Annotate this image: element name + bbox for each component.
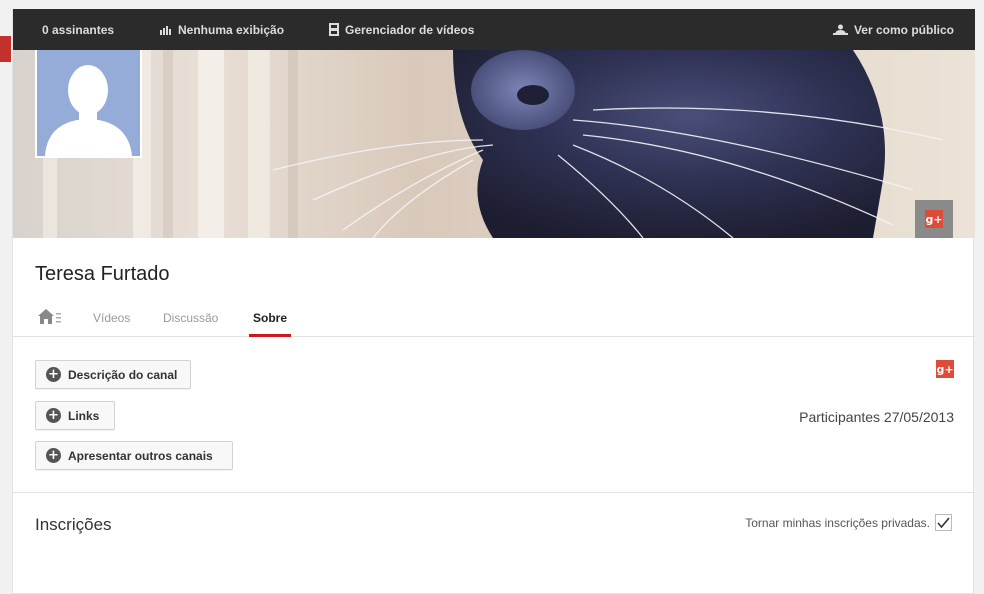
subscriptions-title: Inscrições xyxy=(35,515,112,534)
default-user-silhouette-icon xyxy=(45,65,132,156)
tab-home[interactable] xyxy=(38,309,62,335)
google-plus-icon[interactable]: g+ xyxy=(936,360,954,378)
channel-banner: g+ xyxy=(13,50,975,238)
views-link[interactable]: Nenhuma exibição xyxy=(160,9,284,50)
views-label: Nenhuma exibição xyxy=(178,22,285,37)
bar-chart-icon xyxy=(160,25,172,35)
subscribers-count[interactable]: 0 assinantes xyxy=(42,9,114,50)
checkmark-icon xyxy=(937,516,950,528)
private-subscriptions-option: Tornar minhas inscrições privadas. xyxy=(745,514,952,531)
view-as-public-label: Ver como público xyxy=(853,22,954,37)
channel-avatar[interactable] xyxy=(35,50,142,158)
banner-cat-image xyxy=(13,50,975,238)
private-subscriptions-checkbox[interactable] xyxy=(935,514,952,531)
view-as-public-link[interactable]: Ver como público xyxy=(832,9,954,50)
joined-date: Participantes 27/05/2013 xyxy=(799,409,954,425)
plus-circle-icon: + xyxy=(46,367,61,382)
owner-toolbar: 0 assinantes Nenhuma exibição Gerenciado… xyxy=(13,9,975,50)
video-manager-label: Gerenciador de vídeos xyxy=(345,22,475,37)
home-icon xyxy=(38,309,62,328)
private-subscriptions-label: Tornar minhas inscrições privadas. xyxy=(745,515,930,530)
channel-tabs: Vídeos Discussão Sobre xyxy=(13,299,975,337)
tab-videos[interactable]: Vídeos xyxy=(93,311,130,337)
plus-circle-icon: + xyxy=(46,448,61,463)
video-manager-link[interactable]: Gerenciador de vídeos xyxy=(329,9,474,50)
channel-description-label: Descrição do canal xyxy=(68,367,178,382)
channel-title: Teresa Furtado xyxy=(35,263,170,285)
links-button[interactable]: + Links xyxy=(35,401,115,430)
film-icon xyxy=(329,23,339,36)
google-plus-banner-button[interactable]: g+ xyxy=(915,200,953,238)
about-section: + Descrição do canal + Links + Apresenta… xyxy=(13,338,975,493)
channel-description-button[interactable]: + Descrição do canal xyxy=(35,360,191,389)
tab-about[interactable]: Sobre xyxy=(249,311,291,337)
plus-circle-icon: + xyxy=(46,408,61,423)
channel-page: 0 assinantes Nenhuma exibição Gerenciado… xyxy=(12,9,975,594)
featured-channels-button[interactable]: + Apresentar outros canais xyxy=(35,441,233,470)
google-plus-icon: g+ xyxy=(925,210,943,228)
people-icon xyxy=(832,24,848,35)
featured-channels-label: Apresentar outros canais xyxy=(68,448,213,463)
subscribers-label: 0 assinantes xyxy=(42,22,115,37)
tab-discussion[interactable]: Discussão xyxy=(163,311,218,337)
links-label: Links xyxy=(68,408,100,423)
side-accent-tab xyxy=(0,36,11,62)
